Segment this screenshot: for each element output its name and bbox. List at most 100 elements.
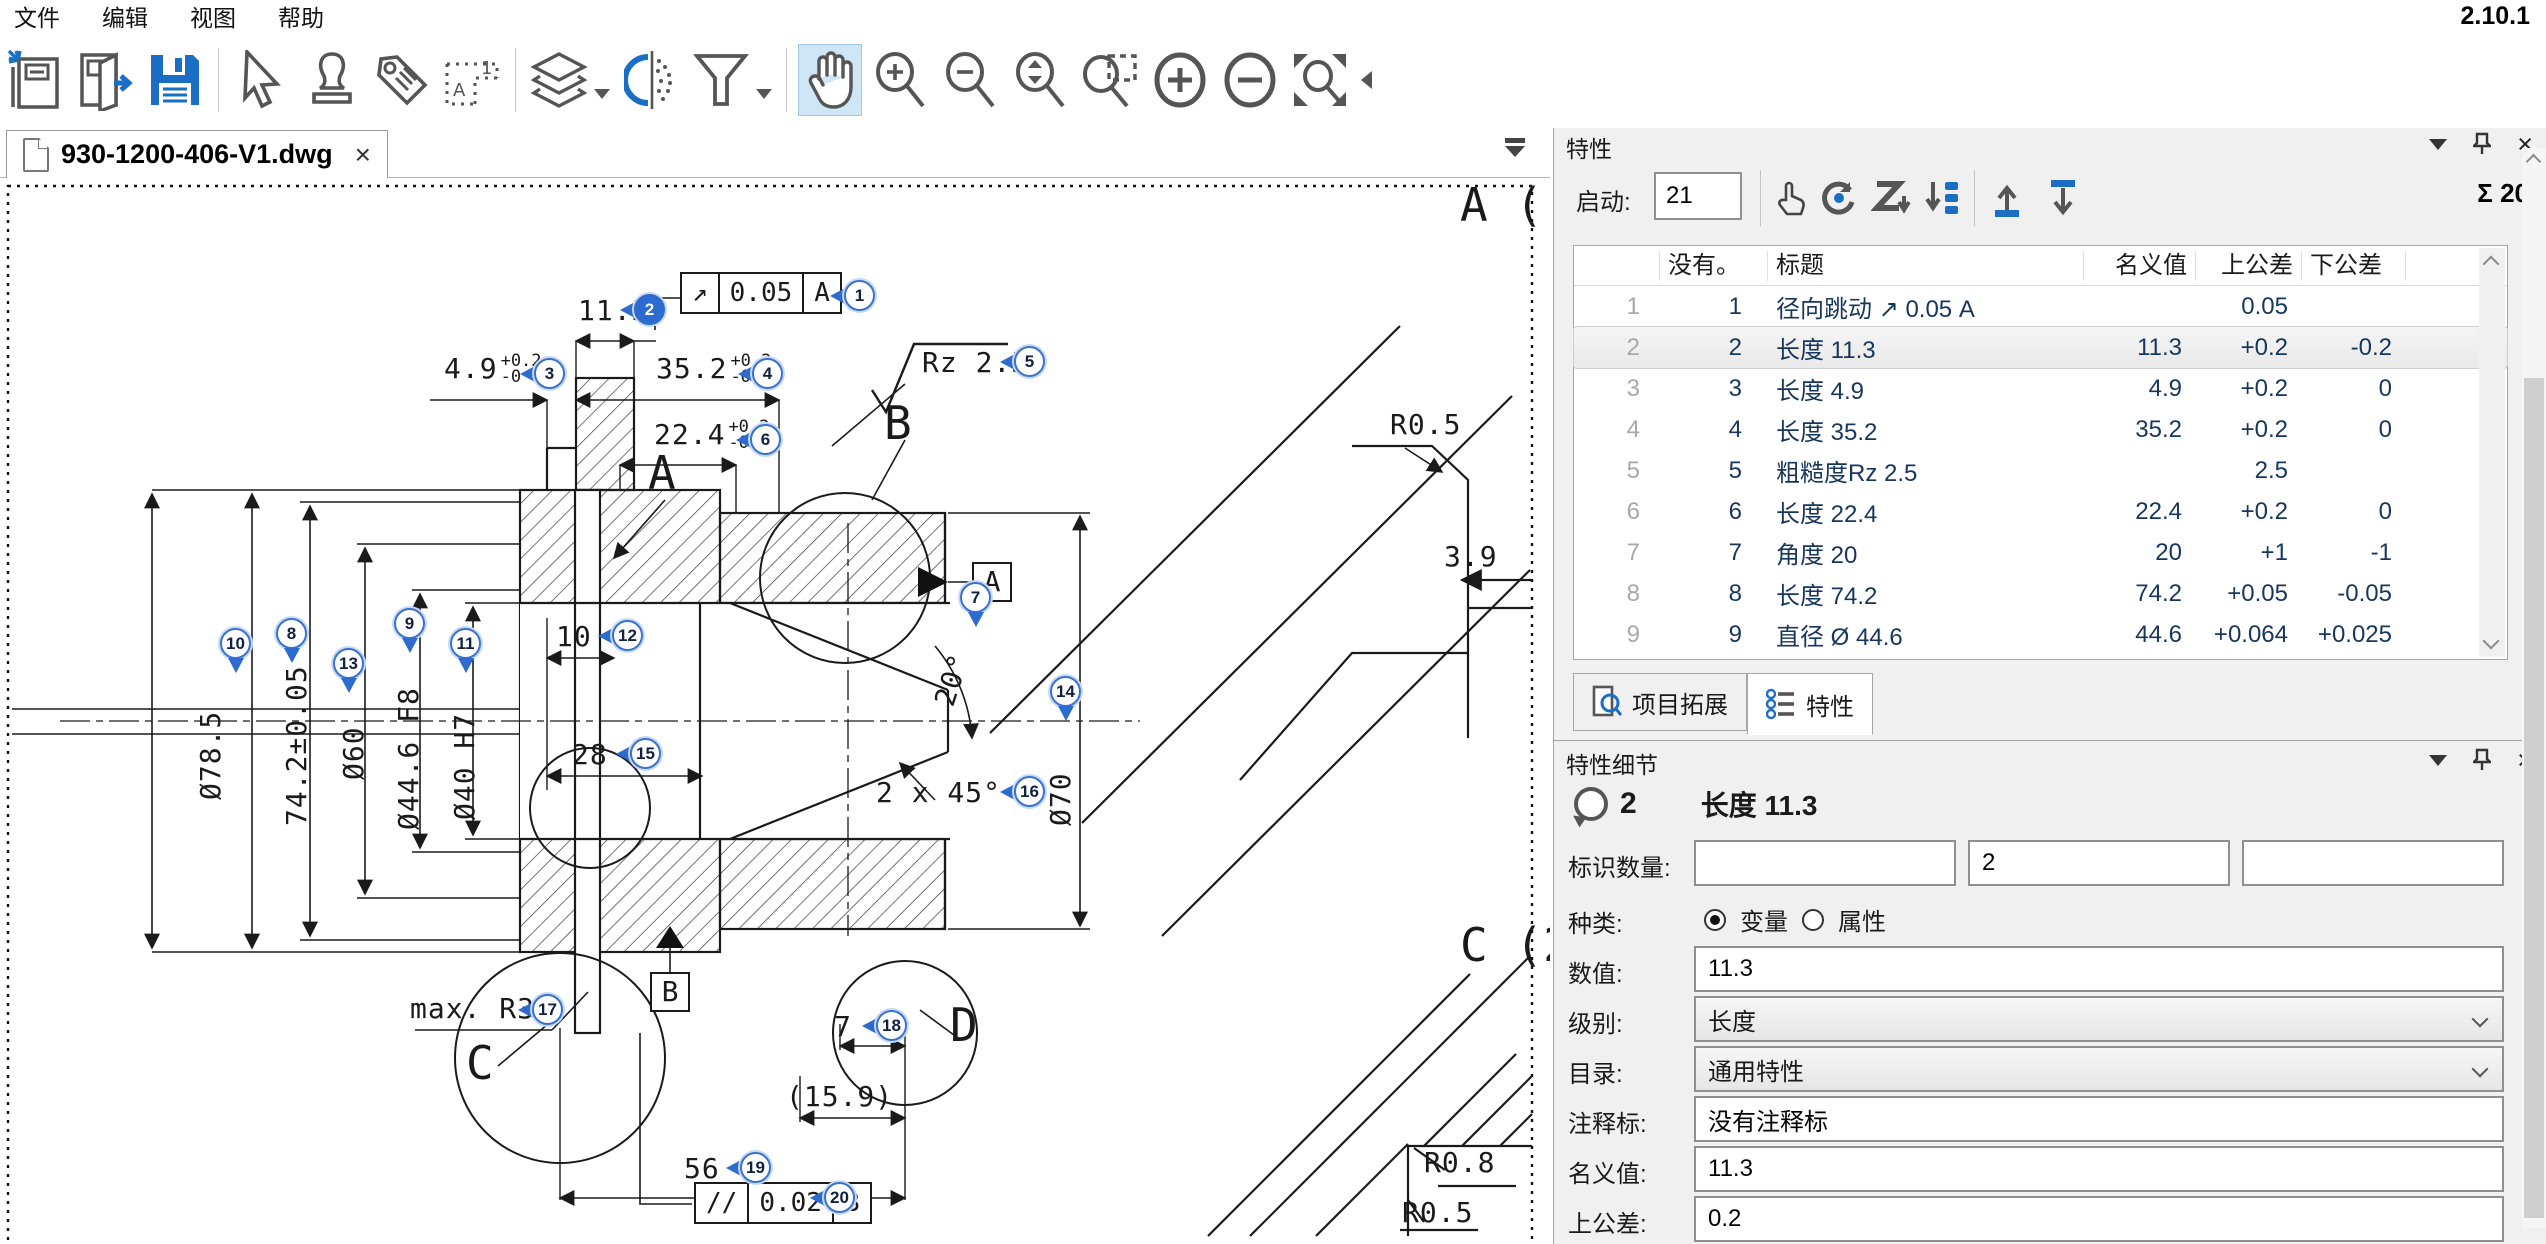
menu-view[interactable]: 视图 [176, 0, 250, 35]
layers-button[interactable] [528, 45, 590, 115]
upper-tolerance-input[interactable] [1694, 1196, 2504, 1242]
document-tab[interactable]: 930-1200-406-V1.dwg × [6, 130, 388, 178]
open-file-button[interactable] [74, 45, 136, 115]
increase-button[interactable] [1149, 45, 1211, 115]
dim-d70[interactable]: Ø70 [1044, 772, 1077, 826]
header-upper[interactable]: 上公差 [2196, 251, 2302, 281]
dim-74-2[interactable]: 74.2±0.05 [280, 665, 313, 826]
dim-28[interactable]: 28 [572, 738, 608, 771]
balloon-1[interactable]: 1 [830, 280, 875, 311]
menu-file[interactable]: 文件 [0, 0, 74, 35]
balloon-6[interactable]: 6 [736, 424, 781, 455]
dim-r0-8[interactable]: R0.8 [1424, 1146, 1495, 1179]
table-scrollbar[interactable] [2479, 248, 2505, 657]
layers-dropdown-arrow[interactable] [594, 89, 610, 99]
zoom-out-button[interactable] [939, 45, 1001, 115]
label-detail-c[interactable]: C [466, 1036, 494, 1090]
filter-button[interactable] [690, 45, 752, 115]
dim-d44-6[interactable]: Ø44.6 F8 [392, 687, 425, 830]
table-row[interactable]: 88长度 74.274.2+0.05-0.05 [1574, 573, 2507, 614]
radio-variable[interactable] [1704, 909, 1726, 931]
mirror-balloons-button[interactable] [620, 45, 682, 115]
pin-icon[interactable] [2473, 132, 2491, 156]
note-input[interactable] [1694, 1096, 2504, 1142]
details-scrollbar[interactable] [2522, 148, 2546, 1228]
stamp-button[interactable] [301, 45, 363, 115]
scroll-up-icon[interactable] [2526, 154, 2542, 170]
balloon-3[interactable]: 3 [520, 358, 565, 389]
move-top-button[interactable] [1984, 174, 2030, 222]
menu-help[interactable]: 帮助 [264, 0, 338, 35]
tab-list-button[interactable] [1502, 138, 1528, 157]
scrollbar-thumb[interactable] [2524, 378, 2544, 1218]
toolbar-collapse-arrow[interactable] [1361, 71, 1372, 89]
balloon-4[interactable]: 4 [738, 358, 783, 389]
balloon-14[interactable]: 14 [1050, 676, 1081, 721]
dim-r0-5-top[interactable]: R0.5 [1390, 408, 1461, 441]
balloon-19[interactable]: 19 [726, 1152, 771, 1183]
label-section-a[interactable]: A [648, 446, 676, 500]
balloon-7[interactable]: 7 [960, 582, 991, 627]
pan-hand-button[interactable] [799, 45, 861, 115]
dim-r0-5-bottom[interactable]: R0.5 [1402, 1196, 1473, 1229]
filter-dropdown-arrow[interactable] [756, 89, 772, 99]
zoom-vertical-button[interactable] [1009, 45, 1071, 115]
table-row[interactable]: 44长度 35.235.2+0.20 [1574, 409, 2507, 450]
balloon-11[interactable]: 11 [450, 628, 481, 673]
sort-z-button[interactable] [1868, 174, 1914, 222]
scroll-down-icon[interactable] [2483, 633, 2500, 650]
menu-edit[interactable]: 编辑 [88, 0, 162, 35]
balloon-18[interactable]: 18 [862, 1010, 907, 1041]
header-nominal[interactable]: 名义值 [2084, 251, 2196, 281]
balloon-16[interactable]: 16 [1000, 776, 1045, 807]
tab-properties[interactable]: 特性 [1747, 673, 1873, 735]
dim-10[interactable]: 10 [556, 620, 592, 653]
panel-menu-icon[interactable] [2429, 139, 2447, 150]
save-button[interactable] [144, 45, 206, 115]
id-count-input-3[interactable] [2242, 840, 2504, 886]
tag-button[interactable] [371, 45, 433, 115]
dim-d60[interactable]: Ø60 [337, 726, 370, 780]
dim-max-r3[interactable]: max. R3 [410, 992, 535, 1025]
dim-d40[interactable]: Ø40 H7 [448, 713, 481, 820]
balloon-2[interactable]: 2 [620, 294, 665, 325]
label-detail-d[interactable]: D [950, 998, 978, 1052]
table-row[interactable]: 55粗糙度Rz 2.52.5 [1574, 450, 2507, 491]
value-input[interactable] [1694, 946, 2504, 992]
balloon-8[interactable]: 8 [276, 618, 307, 663]
header-title[interactable]: 标题 [1768, 251, 2084, 281]
dim-20deg[interactable]: 20° [928, 649, 976, 710]
select-cursor-button[interactable] [231, 45, 293, 115]
table-row[interactable]: 77角度 2020+1-1 [1574, 532, 2507, 573]
radio-attribute[interactable] [1802, 909, 1824, 931]
balloon-9[interactable]: 9 [394, 608, 425, 653]
fcf-runout[interactable]: ↗0.05A [680, 272, 842, 314]
tab-project-expand[interactable]: 项目拓展 [1573, 673, 1747, 731]
capture-region-button[interactable]: A 1 [441, 45, 503, 115]
label-detail-b[interactable]: B [884, 396, 912, 450]
catalog-select[interactable]: 通用特性 [1694, 1046, 2504, 1092]
list-order-button[interactable] [1918, 174, 1964, 222]
id-count-input-1[interactable] [1694, 840, 1956, 886]
decrease-button[interactable] [1219, 45, 1281, 115]
pick-hand-button[interactable] [1768, 174, 1814, 222]
zoom-fit-button[interactable] [1289, 45, 1351, 115]
balloon-10[interactable]: 10 [220, 628, 251, 673]
balloon-17[interactable]: 17 [518, 994, 563, 1025]
balloon-12[interactable]: 12 [598, 620, 643, 651]
start-number-input[interactable] [1654, 172, 1742, 220]
tab-close-icon[interactable]: × [355, 139, 371, 171]
balloon-13[interactable]: 13 [333, 648, 364, 693]
header-no[interactable]: 没有。 [1660, 251, 1768, 281]
zoom-in-button[interactable] [869, 45, 931, 115]
drawing-canvas[interactable]: 11.3↗0.05A4.9+0.2-035.2+0.2-0Rz 2.522.4+… [0, 178, 1550, 1244]
nominal-input[interactable] [1694, 1146, 2504, 1192]
dim-2x45[interactable]: 2 x 45° [876, 776, 1001, 809]
dim-56[interactable]: 56 [684, 1152, 720, 1185]
zoom-window-button[interactable] [1079, 45, 1141, 115]
label-view-a[interactable]: A ( [1460, 178, 1543, 232]
class-select[interactable]: 长度 [1694, 996, 2504, 1042]
dim-3-9[interactable]: 3.9 [1444, 540, 1498, 573]
table-row[interactable]: 66长度 22.422.4+0.20 [1574, 491, 2507, 532]
header-index[interactable] [1574, 251, 1660, 281]
